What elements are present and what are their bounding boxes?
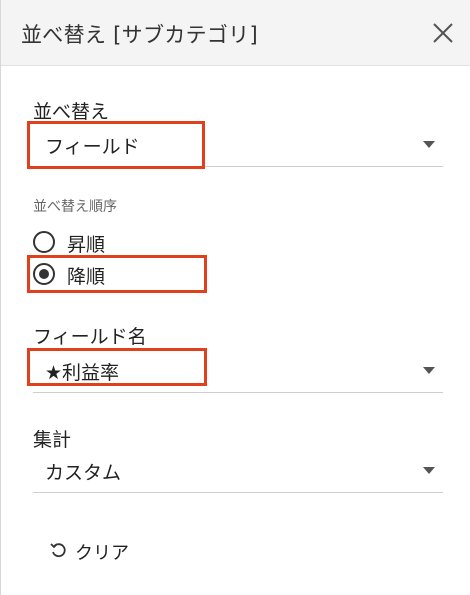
radio-button-icon <box>33 231 55 253</box>
undo-icon <box>50 543 66 558</box>
clear-label: クリア <box>75 543 129 564</box>
radio-selected-icon <box>33 263 55 285</box>
sort-by-value: フィールド <box>45 136 140 158</box>
sort-dialog: 並べ替え [サブカテゴリ] 並べ替え フィールド 並べ替え順序 昇順 降順 フィ… <box>0 0 470 595</box>
dialog-title: 並べ替え [サブカテゴリ] <box>21 23 258 47</box>
field-name-label: フィールド名 <box>33 326 147 348</box>
sort-by-select[interactable]: フィールド <box>33 123 443 167</box>
close-icon <box>433 23 453 43</box>
aggregation-value: カスタム <box>45 462 122 484</box>
field-name-select[interactable]: ★利益率 <box>33 349 443 393</box>
sort-order-label: 並べ替え順序 <box>33 199 117 215</box>
chevron-down-icon <box>423 141 435 148</box>
chevron-down-icon <box>423 367 435 374</box>
field-name-value: ★利益率 <box>45 362 120 384</box>
aggregation-select[interactable]: カスタム <box>33 449 443 493</box>
close-button[interactable] <box>429 19 457 47</box>
radio-descending[interactable]: 降順 <box>33 259 233 291</box>
dialog-header: 並べ替え [サブカテゴリ] <box>1 0 470 66</box>
clear-button[interactable]: クリア <box>49 538 169 566</box>
sort-by-label: 並べ替え <box>33 101 110 123</box>
radio-descending-label: 降順 <box>67 266 106 288</box>
radio-ascending-label: 昇順 <box>67 234 106 256</box>
chevron-down-icon <box>423 467 435 474</box>
radio-dot <box>39 269 49 279</box>
radio-ascending[interactable]: 昇順 <box>33 227 233 259</box>
aggregation-label: 集計 <box>33 429 72 451</box>
